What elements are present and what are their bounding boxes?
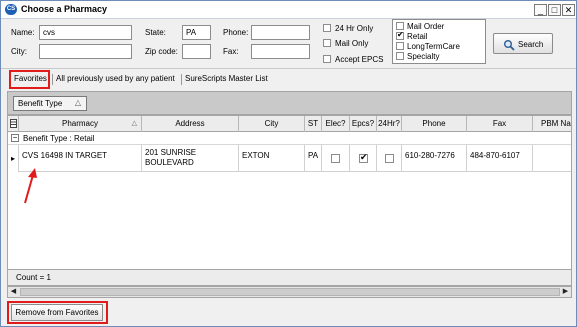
horizontal-scrollbar[interactable]: ◀ ▶	[7, 286, 572, 298]
sort-up-icon: △	[131, 120, 137, 127]
column-header-pharmacy-label: Pharmacy	[61, 119, 98, 128]
tab-all-previously-used[interactable]: All previously used by any patient	[56, 74, 175, 83]
pharmacy-type-list: Mail Order Retail LongTermCare Specialty	[392, 19, 486, 64]
fax-input[interactable]	[251, 44, 310, 59]
24hr-only-label: 24 Hr Only	[335, 24, 374, 33]
pharmacy-grid: Pharmacy △ Address City ST Elec? Epcs? 24…	[7, 115, 572, 287]
group-by-bar: Benefit Type △	[7, 91, 572, 115]
search-panel: Name: cvs City: State: PA Zip code: Phon…	[1, 19, 576, 69]
state-label: State:	[145, 28, 166, 37]
zip-label: Zip code:	[145, 47, 178, 56]
group-by-chip[interactable]: Benefit Type △	[13, 96, 87, 111]
phone-input[interactable]	[251, 25, 310, 40]
column-header-epcs[interactable]: Epcs?	[350, 116, 377, 132]
name-label: Name:	[11, 28, 35, 37]
24hr-checkbox[interactable]	[385, 154, 394, 163]
row-count: Count = 1	[16, 273, 51, 282]
scroll-thumb[interactable]	[20, 288, 560, 296]
cell-24hr	[377, 145, 402, 172]
column-header-elec[interactable]: Elec?	[322, 116, 350, 132]
city-input[interactable]	[39, 44, 132, 59]
group-row-label: Benefit Type : Retail	[23, 134, 95, 143]
count-footer: Count = 1	[7, 269, 572, 286]
state-input[interactable]: PA	[182, 25, 211, 40]
window-title: Choose a Pharmacy	[21, 4, 108, 14]
specialty-checkbox[interactable]	[396, 52, 404, 60]
phone-label: Phone:	[223, 28, 249, 37]
column-header-fax[interactable]: Fax	[467, 116, 533, 132]
close-button[interactable]: ✕	[562, 4, 575, 16]
city-label: City:	[11, 47, 27, 56]
long-term-care-label: LongTermCare	[407, 42, 460, 51]
column-header-pharmacy[interactable]: Pharmacy △	[19, 116, 142, 132]
epcs-checkbox[interactable]	[359, 152, 368, 163]
cell-st: PA	[305, 145, 322, 172]
column-chooser-icon[interactable]	[8, 116, 19, 132]
24hr-only-checkbox[interactable]	[323, 24, 331, 32]
cell-address: 201 SUNRISE BOULEVARD	[142, 145, 239, 172]
column-header-24hr[interactable]: 24Hr?	[377, 116, 402, 132]
specialty-label: Specialty	[407, 52, 440, 61]
favorites-highlight	[9, 70, 50, 89]
column-header-city[interactable]: City	[239, 116, 305, 132]
collapse-icon[interactable]: −	[11, 134, 19, 142]
mail-order-label: Mail Order	[407, 22, 445, 31]
tab-surescripts-master-list[interactable]: SureScripts Master List	[185, 74, 268, 83]
column-header-phone[interactable]: Phone	[402, 116, 467, 132]
cell-city: EXTON	[239, 145, 305, 172]
cell-fax: 484-870-6107	[467, 145, 533, 172]
accept-epcs-label: Accept EPCS	[335, 55, 384, 64]
accept-epcs-checkbox[interactable]	[323, 55, 331, 63]
mail-only-label: Mail Only	[335, 39, 369, 48]
table-row[interactable]: ▸ CVS 16498 IN TARGET 201 SUNRISE BOULEV…	[8, 145, 571, 172]
elec-checkbox[interactable]	[331, 154, 340, 163]
group-row-retail[interactable]: − Benefit Type : Retail	[8, 132, 571, 145]
column-header-pbm-name[interactable]: PBM Nam	[533, 116, 571, 132]
cell-address-line-2: BOULEVARD	[145, 158, 194, 167]
app-icon: CS	[5, 4, 17, 15]
tab-divider	[52, 74, 53, 85]
remove-highlight	[7, 301, 108, 324]
column-header-st[interactable]: ST	[305, 116, 322, 132]
cell-pbm-name	[533, 145, 571, 172]
retail-checkbox[interactable]	[396, 30, 404, 40]
list-tabs: Favorites All previously used by any pat…	[1, 70, 576, 90]
search-button-label: Search	[518, 40, 544, 49]
grid-header: Pharmacy △ Address City ST Elec? Epcs? 24…	[8, 116, 571, 132]
cell-phone: 610-280-7276	[402, 145, 467, 172]
fax-label: Fax:	[223, 47, 239, 56]
maximize-button[interactable]: □	[548, 4, 561, 16]
zip-input[interactable]	[182, 44, 211, 59]
cell-elec	[322, 145, 350, 172]
search-button[interactable]: Search	[493, 33, 553, 54]
annotation-arrow-icon	[24, 168, 37, 204]
mail-only-checkbox[interactable]	[323, 39, 331, 47]
row-selector-icon[interactable]: ▸	[8, 145, 19, 172]
scroll-right-icon[interactable]: ▶	[560, 287, 571, 297]
retail-label: Retail	[407, 32, 428, 41]
title-bar: CS Choose a Pharmacy _ □ ✕	[1, 1, 576, 19]
tab-divider	[181, 74, 182, 85]
name-input[interactable]: cvs	[39, 25, 132, 40]
cell-address-line-1: 201 SUNRISE	[145, 148, 197, 157]
long-term-care-checkbox[interactable]	[396, 42, 404, 50]
magnifier-icon	[503, 39, 515, 53]
scroll-left-icon[interactable]: ◀	[8, 287, 19, 297]
mail-order-checkbox[interactable]	[396, 22, 404, 30]
minimize-button[interactable]: _	[534, 4, 547, 16]
cell-epcs	[350, 145, 377, 172]
choose-pharmacy-window: CS Choose a Pharmacy _ □ ✕ Name: cvs Cit…	[0, 0, 577, 327]
group-by-chip-label: Benefit Type	[18, 99, 63, 108]
sort-up-icon: △	[74, 98, 81, 107]
column-header-address[interactable]: Address	[142, 116, 239, 132]
